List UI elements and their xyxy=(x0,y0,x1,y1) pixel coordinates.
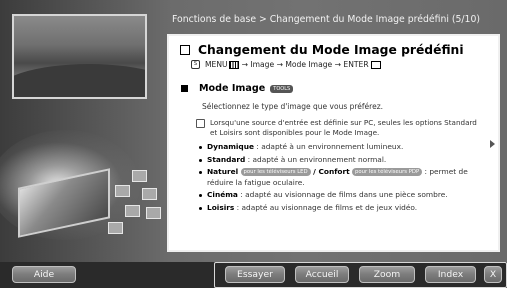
intro-text: Sélectionnez le type d'image que vous pr… xyxy=(202,102,384,111)
tools-badge: TOOLS xyxy=(270,84,294,93)
floating-cube-icon xyxy=(142,188,157,200)
list-item: Dynamique : adapté à un environnement lu… xyxy=(199,142,484,153)
menu-path-text: → Image → Mode Image → ENTER xyxy=(241,60,369,69)
page-title: Changement du Mode Image prédéfini xyxy=(198,43,464,57)
menu-label: MENU xyxy=(205,60,228,69)
next-page-arrow-icon[interactable] xyxy=(490,140,495,148)
list-item: Cinéma : adapté au visionnage de films d… xyxy=(199,190,484,201)
item-desc: : adapté au visionnage de films dans une… xyxy=(237,190,448,199)
led-tv-chip: pour les téléviseurs LED xyxy=(240,168,311,176)
checkbox-icon xyxy=(180,45,190,55)
hill-shape xyxy=(14,64,145,97)
help-button[interactable]: Aide xyxy=(12,266,76,283)
content-panel: Changement du Mode Image prédéfini S MEN… xyxy=(167,34,500,252)
content-scroll-area[interactable]: Changement du Mode Image prédéfini S MEN… xyxy=(173,39,484,247)
item-name: Cinéma xyxy=(207,190,238,199)
pdp-tv-chip: pour les téléviseurs PDP xyxy=(352,168,423,176)
item-name: Confort xyxy=(318,167,350,176)
note-icon xyxy=(196,119,205,128)
note: Lorsqu'une source d'entrée est définie s… xyxy=(196,118,484,138)
enter-icon xyxy=(370,60,381,69)
list-item: Naturel pour les téléviseurs LED / Confo… xyxy=(199,167,484,188)
item-desc: : adapté à un environnement lumineux. xyxy=(254,142,404,151)
zoom-button[interactable]: Zoom xyxy=(359,266,415,283)
index-button[interactable]: Index xyxy=(425,266,476,283)
item-desc: : adapté à un environnement normal. xyxy=(245,154,387,164)
list-item: Standard : adapté à un environnement nor… xyxy=(199,154,484,166)
item-name: Dynamique xyxy=(207,142,254,151)
close-button[interactable]: X xyxy=(484,266,502,283)
e-manual-screen: Fonctions de base > Changement du Mode I… xyxy=(0,0,507,288)
try-button[interactable]: Essayer xyxy=(225,266,285,283)
item-name: Loisirs xyxy=(207,202,235,212)
remote-icon: S xyxy=(191,60,200,69)
page-title-row: Changement du Mode Image prédéfini xyxy=(173,43,484,57)
item-desc: : adapté au visionnage de films et de je… xyxy=(234,202,418,212)
landscape-thumbnail xyxy=(12,14,147,99)
floating-cube-icon xyxy=(108,222,123,234)
menu-grid-icon xyxy=(228,60,239,69)
floating-cube-icon xyxy=(115,185,130,197)
floating-cube-icon xyxy=(132,170,147,182)
breadcrumb: Fonctions de base > Changement du Mode I… xyxy=(172,14,480,25)
section-header: Mode Image TOOLS xyxy=(173,83,484,94)
home-button[interactable]: Accueil xyxy=(295,266,349,283)
list-item: Loisirs : adapté au visionnage de films … xyxy=(199,202,484,214)
note-text: Lorsqu'une source d'entrée est définie s… xyxy=(210,118,477,137)
floating-cube-icon xyxy=(125,205,140,217)
floating-cube-icon xyxy=(146,207,161,219)
item-name: Naturel xyxy=(207,167,239,176)
mode-list: Dynamique : adapté à un environnement lu… xyxy=(173,142,484,213)
section-title: Mode Image xyxy=(199,83,266,94)
item-name: Standard xyxy=(207,154,246,164)
menu-path: S MENU → Image → Mode Image → ENTER xyxy=(191,60,484,69)
square-bullet-icon xyxy=(181,85,188,92)
